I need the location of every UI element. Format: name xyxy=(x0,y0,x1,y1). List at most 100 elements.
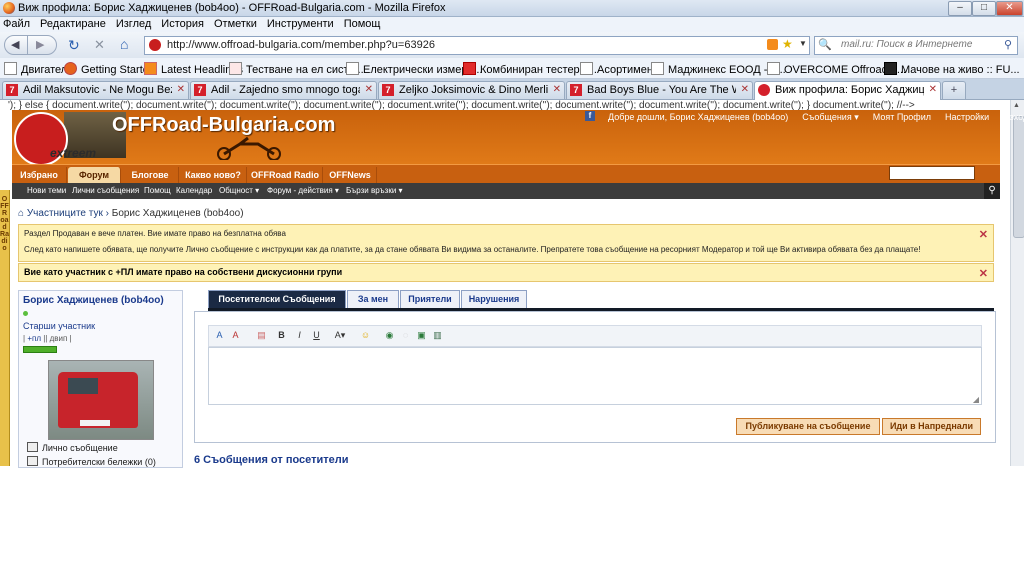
link-icon[interactable]: ◉ xyxy=(383,329,396,342)
search-go-icon[interactable]: ⚲ xyxy=(1004,38,1012,51)
scrollbar-thumb[interactable] xyxy=(1013,116,1024,238)
home-icon[interactable]: ⌂ xyxy=(120,36,128,52)
bookmark-item[interactable]: Електрически измерв... xyxy=(346,62,482,76)
forward-button[interactable]: ▶ xyxy=(27,35,57,55)
tab-friends[interactable]: Приятели xyxy=(400,290,460,308)
reload-icon[interactable]: ↻ xyxy=(68,37,80,54)
underline-icon[interactable]: U xyxy=(310,329,323,342)
site-search-input[interactable] xyxy=(889,166,975,180)
breadcrumb-root[interactable]: Участниците тук xyxy=(27,208,103,219)
facebook-icon[interactable]: f xyxy=(585,111,595,121)
smilie-icon[interactable]: ☺ xyxy=(359,329,372,342)
search-icon[interactable]: ⚲ xyxy=(984,183,1000,199)
menu-view[interactable]: Изглед xyxy=(116,17,151,31)
go-advanced-button[interactable]: Иди в Напреднали xyxy=(882,418,981,435)
radio-sidebar[interactable]: OFFRoad Radio xyxy=(0,190,10,466)
new-posts-link[interactable]: Нови теми xyxy=(27,186,66,195)
tab-about-me[interactable]: За мен xyxy=(347,290,399,308)
close-tab-icon[interactable]: ✕ xyxy=(553,82,561,98)
welcome-text[interactable]: Добре дошли, Борис Хаджиценев (bob4oo) xyxy=(608,112,788,122)
bookmark-item[interactable]: Комбиниран тестер з... xyxy=(463,62,597,76)
bold-icon[interactable]: B xyxy=(275,329,288,342)
video-icon[interactable]: ▥ xyxy=(431,329,444,342)
logout-link[interactable]: Изход xyxy=(1003,112,1024,122)
private-messages-link[interactable]: Лични съобщения xyxy=(72,186,139,195)
resize-handle-icon[interactable]: ◢ xyxy=(973,395,979,404)
unlink-icon[interactable]: ◌ xyxy=(399,329,412,342)
user-notes-link[interactable]: Потребителски бележки (0) xyxy=(27,456,156,467)
search-engine-icon[interactable]: 🔍 xyxy=(818,38,832,51)
quick-links-menu[interactable]: Бързи връзки ▾ xyxy=(346,186,403,195)
remove-format-icon[interactable]: A xyxy=(229,329,242,342)
tab-infractions[interactable]: Нарушения xyxy=(461,290,527,308)
forum-sub-nav: Нови теми Лични съобщения Помощ Календар… xyxy=(12,183,1000,199)
paste-icon[interactable]: ▤ xyxy=(255,329,268,342)
close-tab-icon[interactable]: ✕ xyxy=(365,82,373,98)
settings-link[interactable]: Настройки xyxy=(945,112,989,122)
menu-history[interactable]: История xyxy=(161,17,204,31)
my-profile-link[interactable]: Моят Профил xyxy=(873,112,931,122)
private-message-link[interactable]: Лично съобщение xyxy=(27,442,118,453)
help-link[interactable]: Помощ xyxy=(144,186,171,195)
url-bar[interactable]: http://www.offroad-bulgaria.com/member.p… xyxy=(144,36,810,55)
nav-tab-whats-new[interactable]: Какво ново? xyxy=(180,167,247,184)
italic-icon[interactable]: I xyxy=(293,329,306,342)
vertical-scrollbar[interactable]: ▲ xyxy=(1010,100,1024,466)
badge-other[interactable]: двип xyxy=(50,334,68,343)
tab-visitor-messages[interactable]: Посетителски Съобщения xyxy=(208,290,346,308)
browser-tab[interactable]: 7Zeljko Joksimovic & Dino Merlin - S...✕ xyxy=(378,81,565,99)
maximize-button[interactable]: □ xyxy=(972,1,996,16)
badge-plus[interactable]: +пл xyxy=(27,334,41,343)
dismiss-notice-icon[interactable]: ✕ xyxy=(979,267,988,280)
nav-tab-radio[interactable]: OFFRoad Radio xyxy=(248,167,323,184)
site-name[interactable]: OFFRoad-Bulgaria.com xyxy=(112,114,335,137)
message-textarea[interactable]: ◢ xyxy=(208,347,982,405)
rss-icon[interactable] xyxy=(767,39,778,50)
menu-bookmarks[interactable]: Отметки xyxy=(214,17,257,31)
new-tab-button[interactable]: + xyxy=(942,81,966,99)
star-icon[interactable]: ★ xyxy=(782,37,793,51)
bookmark-item[interactable]: Асортимент xyxy=(580,62,658,76)
page-icon xyxy=(884,62,897,75)
text-color-icon[interactable]: A▾ xyxy=(331,329,349,342)
image-icon[interactable]: ▣ xyxy=(415,329,428,342)
nav-tab-news[interactable]: OFFNews xyxy=(324,167,377,184)
menu-tools[interactable]: Инструменти xyxy=(267,17,334,31)
menu-help[interactable]: Помощ xyxy=(344,17,381,31)
community-menu[interactable]: Общност ▾ xyxy=(219,186,259,195)
bookmark-item[interactable]: Тестване на ел систе... xyxy=(229,62,364,76)
bookmark-item[interactable]: Маджинекс ЕООД - а... xyxy=(651,62,786,76)
minimize-button[interactable]: – xyxy=(948,1,972,16)
nav-tab-blogs[interactable]: Блогове xyxy=(122,167,179,184)
search-box[interactable]: 🔍 mail.ru: Поиск в Интернете ⚲ xyxy=(814,36,1018,55)
close-tab-icon[interactable]: ✕ xyxy=(741,82,749,98)
menu-file[interactable]: Файл xyxy=(3,17,30,31)
close-tab-icon[interactable]: ✕ xyxy=(929,82,937,98)
back-button[interactable]: ◀ xyxy=(4,35,28,55)
dismiss-notice-icon[interactable]: ✕ xyxy=(979,228,988,241)
forum-actions-menu[interactable]: Форум - действия ▾ xyxy=(267,186,339,195)
home-icon[interactable]: ⌂ xyxy=(18,208,24,219)
browser-tab[interactable]: 7Adil - Zajedno smo mnogo toga pr...✕ xyxy=(190,81,377,99)
scroll-up-icon[interactable]: ▲ xyxy=(1013,102,1022,111)
car-plate xyxy=(80,420,110,426)
nav-tab-forum[interactable]: Форум xyxy=(68,167,121,184)
close-tab-icon[interactable]: ✕ xyxy=(177,82,185,98)
user-links: Добре дошли, Борис Хаджиценев (bob4oo) Съ… xyxy=(608,112,1024,123)
post-message-button[interactable]: Публикуване на съобщение xyxy=(736,418,880,435)
menu-edit[interactable]: Редактиране xyxy=(40,17,106,31)
messages-link[interactable]: Съобщения ▾ xyxy=(802,112,858,122)
nav-tab-favorites[interactable]: Избрано xyxy=(12,167,67,184)
bookmark-item[interactable]: Двигатель xyxy=(4,62,73,76)
font-icon[interactable]: A xyxy=(213,329,226,342)
close-window-button[interactable]: ✕ xyxy=(996,1,1023,16)
browser-tab-active[interactable]: Виж профила: Борис Хаджицен...✕ xyxy=(754,81,941,100)
calendar-link[interactable]: Календар xyxy=(176,186,212,195)
stop-icon[interactable]: ✕ xyxy=(94,37,105,53)
dropdown-arrow-icon[interactable]: ▼ xyxy=(799,39,807,48)
browser-tab[interactable]: 7Bad Boys Blue - You Are The Wome...✕ xyxy=(566,81,753,99)
bookmark-item[interactable]: Мачове на живо :: FU... xyxy=(884,62,1020,76)
browser-tab[interactable]: 7Adil Maksutovic - Ne Mogu Bez Te...✕ xyxy=(2,81,189,99)
page-icon xyxy=(229,62,242,75)
bookmark-item[interactable]: Getting Started xyxy=(64,62,155,76)
